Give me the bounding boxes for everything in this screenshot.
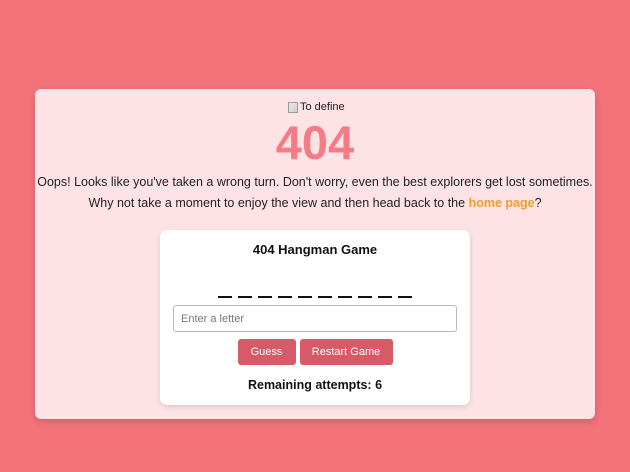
word-slot [358, 296, 372, 298]
word-slot [338, 296, 352, 298]
word-slot [238, 296, 252, 298]
broken-image: To define [288, 101, 345, 114]
word-slot [298, 296, 312, 298]
error-message-line2: Why not take a moment to enjoy the view … [35, 195, 595, 211]
word-slot [278, 296, 292, 298]
word-slot [318, 296, 332, 298]
home-page-link[interactable]: home page [469, 196, 535, 210]
word-slot [378, 296, 392, 298]
game-title: 404 Hangman Game [252, 242, 378, 257]
broken-image-icon [288, 102, 298, 113]
error-message-line1: Oops! Looks like you've taken a wrong tu… [37, 175, 593, 189]
message-text: Why not take a moment to enjoy the view … [88, 196, 469, 210]
restart-game-button[interactable]: Restart Game [299, 339, 393, 365]
hidden-word [160, 284, 470, 298]
message-suffix: ? [534, 196, 542, 210]
hangman-game-panel: 404 Hangman Game Guess Restart Game Rema… [160, 230, 470, 405]
remaining-attempts: Remaining attempts: 6 [247, 378, 383, 392]
word-slot [398, 296, 412, 298]
not-found-card: To define 404 Oops! Looks like you've ta… [35, 89, 595, 419]
error-code: 404 [275, 116, 355, 169]
letter-input[interactable] [173, 305, 457, 332]
word-slot [218, 296, 232, 298]
guess-button[interactable]: Guess [237, 339, 296, 365]
game-actions: Guess Restart Game [160, 339, 470, 365]
image-alt-text: To define [300, 101, 345, 113]
word-slot [258, 296, 272, 298]
